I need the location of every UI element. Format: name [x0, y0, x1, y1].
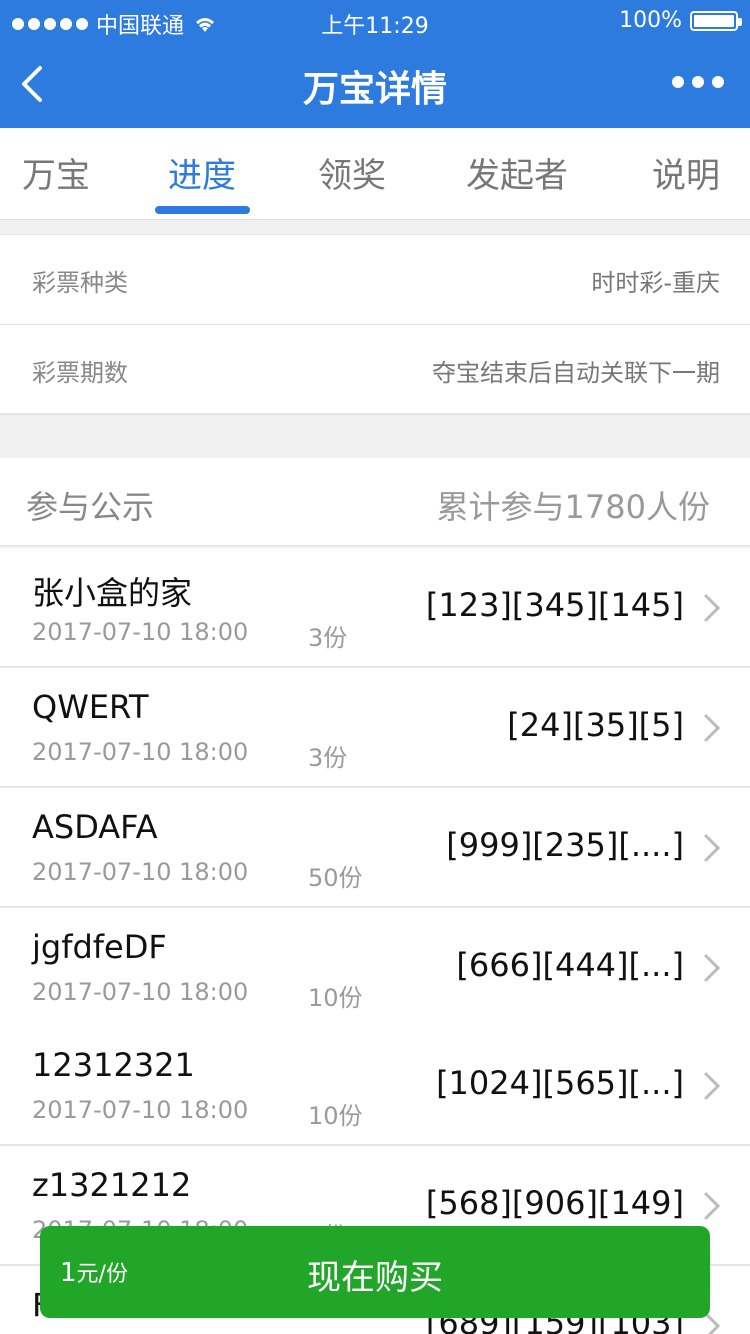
info-label: 彩票种类	[32, 269, 128, 297]
entry-numbers: [999][235][....]	[446, 826, 684, 864]
entry-date: 2017-07-10 18:00	[32, 858, 249, 886]
tab-bar: 万宝 进度 领奖 发起者 说明	[0, 128, 750, 220]
entry-name: jgfdfeDF	[32, 928, 167, 966]
info-label: 彩票期数	[32, 359, 128, 387]
tab-wanbao[interactable]: 万宝	[22, 148, 90, 197]
info-row-lottery-period: 彩票期数 夺宝结束后自动关联下一期	[0, 325, 750, 415]
entry-date: 2017-07-10 18:00	[32, 978, 249, 1006]
status-bar: 中国联通 上午11:29 100%	[0, 0, 750, 40]
entry-name: QWERT	[32, 688, 149, 726]
more-icon[interactable]	[672, 76, 724, 88]
participation-total: 累计参与1780人份	[436, 488, 710, 526]
entry-name: ASDAFA	[32, 808, 158, 846]
entry-numbers: [123][345][145]	[425, 586, 684, 624]
tab-description[interactable]: 说明	[652, 148, 720, 197]
entry-numbers: [568][906][149]	[425, 1184, 684, 1222]
entry-date: 2017-07-10 18:00	[32, 738, 249, 766]
entry-count: 10份	[308, 1102, 363, 1130]
entry-count: 3份	[308, 624, 348, 652]
entry-count: 3份	[308, 744, 348, 772]
entry-date: 2017-07-10 18:00	[32, 618, 249, 646]
tab-progress[interactable]: 进度	[168, 148, 236, 197]
buy-now-label: 现在购买	[307, 1258, 443, 1298]
entry-numbers: [1024][565][...]	[436, 1064, 684, 1102]
entry-count: 10份	[308, 984, 363, 1012]
tab-claim[interactable]: 领奖	[318, 148, 386, 197]
active-tab-indicator	[155, 206, 250, 214]
entry-date: 2017-07-10 18:00	[32, 1096, 249, 1124]
status-right: 100%	[619, 8, 742, 33]
tab-initiator[interactable]: 发起者	[466, 148, 568, 197]
list-item[interactable]: 12312321 2017-07-10 18:00 10份 [1024][565…	[0, 1026, 750, 1146]
page-title: 万宝详情	[302, 69, 447, 110]
list-item[interactable]: ASDAFA 2017-07-10 18:00 50份 [999][235][.…	[0, 788, 750, 908]
entry-name: 12312321	[32, 1046, 195, 1084]
nav-bar: 万宝详情	[0, 40, 750, 128]
info-row-lottery-type: 彩票种类 时时彩-重庆	[0, 235, 750, 325]
chevron-right-icon	[704, 594, 721, 622]
list-item[interactable]: jgfdfeDF 2017-07-10 18:00 10份 [666][444]…	[0, 908, 750, 1028]
chevron-right-icon	[704, 1072, 721, 1100]
chevron-right-icon	[704, 714, 721, 742]
entry-count: 50份	[308, 864, 363, 892]
participation-header: 参与公示 累计参与1780人份	[0, 458, 750, 546]
info-value: 夺宝结束后自动关联下一期	[432, 359, 720, 387]
participation-title: 参与公示	[26, 488, 155, 526]
lottery-info: 彩票种类 时时彩-重庆 彩票期数 夺宝结束后自动关联下一期	[0, 234, 750, 415]
battery-percent: 100%	[619, 8, 682, 33]
top-bar: 中国联通 上午11:29 100% 万宝详情	[0, 0, 750, 128]
list-item[interactable]: 张小盒的家 2017-07-10 18:00 3份 [123][345][145…	[0, 548, 750, 668]
chevron-right-icon	[704, 1192, 721, 1220]
entry-numbers: [24][35][5]	[507, 706, 684, 744]
chevron-right-icon	[704, 954, 721, 982]
entry-numbers: [666][444][...]	[456, 946, 684, 984]
entry-name: z1321212	[32, 1166, 192, 1204]
entry-name: 张小盒的家	[32, 574, 193, 612]
chevron-right-icon	[704, 834, 721, 862]
info-value: 时时彩-重庆	[591, 269, 720, 297]
list-item[interactable]: QWERT 2017-07-10 18:00 3份 [24][35][5]	[0, 668, 750, 788]
battery-icon	[690, 10, 742, 31]
buy-now-button[interactable]: 1元/份 现在购买	[40, 1226, 710, 1318]
